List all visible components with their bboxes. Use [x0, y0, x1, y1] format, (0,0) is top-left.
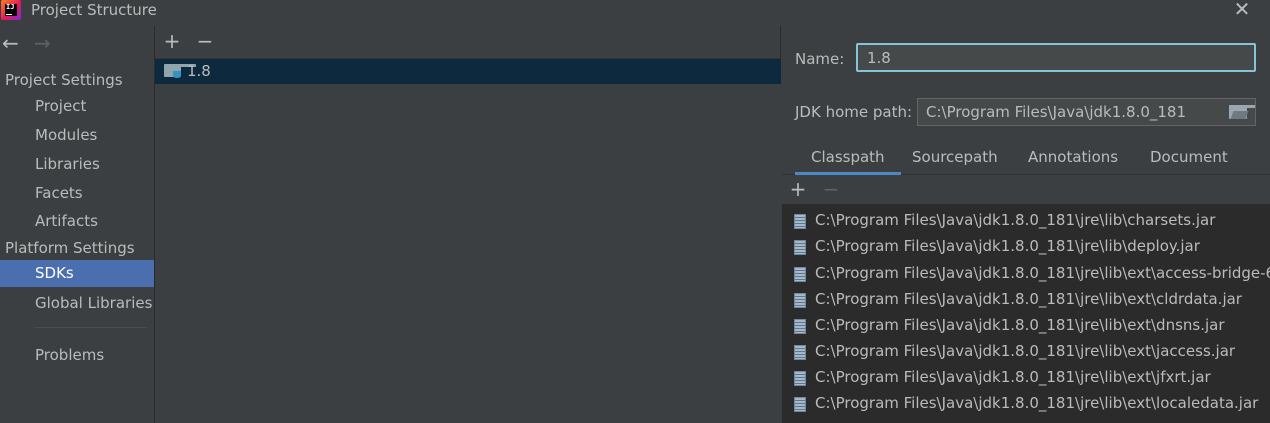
close-icon[interactable]: ✕ — [1232, 0, 1252, 20]
add-sdk-button[interactable]: + — [162, 30, 182, 52]
intellij-app-icon: IJ — [1, 0, 21, 20]
tab-documentation[interactable]: Document — [1134, 142, 1244, 175]
project-settings-header: Project Settings — [5, 71, 123, 89]
classpath-entry: C:\Program Files\Java\jdk1.8.0_181\jre\l… — [815, 264, 1270, 282]
browse-folder-icon[interactable] — [1228, 103, 1255, 121]
sdk-details-panel: Name: JDK home path: C:\Program Files\Ja… — [782, 26, 1270, 423]
classpath-entry: C:\Program Files\Java\jdk1.8.0_181\jre\l… — [815, 342, 1236, 360]
name-field[interactable] — [856, 43, 1256, 72]
classpath-entry: C:\Program Files\Java\jdk1.8.0_181\jre\l… — [815, 211, 1216, 229]
jar-icon — [794, 214, 806, 229]
classpath-row[interactable]: C:\Program Files\Java\jdk1.8.0_181\jre\l… — [782, 287, 1270, 313]
sdk-toolbar: + − — [155, 26, 781, 58]
classpath-row[interactable]: C:\Program Files\Java\jdk1.8.0_181\jre\l… — [782, 339, 1270, 365]
sdk-list: 1.8 — [155, 58, 781, 423]
jar-icon — [794, 319, 806, 334]
sidebar-item-libraries[interactable]: Libraries — [0, 151, 154, 178]
classpath-entry: C:\Program Files\Java\jdk1.8.0_181\jre\l… — [815, 316, 1225, 334]
sidebar-item-project[interactable]: Project — [0, 93, 154, 120]
jdk-home-path-label: JDK home path: — [795, 103, 913, 121]
jar-icon — [794, 293, 806, 308]
sidebar: ← → Project Settings Project Modules Lib… — [0, 26, 155, 423]
platform-settings-header: Platform Settings — [5, 239, 135, 257]
classpath-entry: C:\Program Files\Java\jdk1.8.0_181\jre\l… — [815, 368, 1211, 386]
tab-classpath[interactable]: Classpath — [795, 142, 901, 175]
classpath-row[interactable]: C:\Program Files\Java\jdk1.8.0_181\jre\l… — [782, 365, 1270, 391]
remove-classpath-button[interactable]: − — [821, 178, 841, 200]
classpath-row[interactable]: C:\Program Files\Java\jdk1.8.0_181\jre\l… — [782, 313, 1270, 339]
add-classpath-button[interactable]: + — [788, 178, 808, 200]
tab-annotations[interactable]: Annotations — [1012, 142, 1134, 175]
sidebar-item-sdks[interactable]: SDKs — [0, 260, 154, 287]
jar-icon — [794, 397, 806, 412]
sidebar-divider — [35, 327, 147, 328]
sidebar-item-problems[interactable]: Problems — [0, 342, 154, 369]
classpath-row[interactable]: C:\Program Files\Java\jdk1.8.0_181\jre\l… — [782, 234, 1270, 260]
sidebar-item-modules[interactable]: Modules — [0, 122, 154, 149]
jar-icon — [794, 267, 806, 282]
classpath-row[interactable]: C:\Program Files\Java\jdk1.8.0_181\jre\l… — [782, 208, 1270, 234]
window-title: Project Structure — [31, 1, 157, 19]
back-arrow-icon[interactable]: ← — [2, 32, 19, 54]
sidebar-item-global-libraries[interactable]: Global Libraries — [0, 290, 154, 317]
title-bar: IJ Project Structure ✕ — [0, 0, 1270, 26]
jar-icon — [794, 371, 806, 386]
sdk-item-label: 1.8 — [187, 62, 211, 80]
jdk-folder-icon — [164, 64, 196, 78]
classpath-entry: C:\Program Files\Java\jdk1.8.0_181\jre\l… — [815, 290, 1242, 308]
jar-icon — [794, 345, 806, 360]
forward-arrow-icon[interactable]: → — [34, 32, 51, 54]
sidebar-item-artifacts[interactable]: Artifacts — [0, 208, 154, 235]
jdk-home-path-value: C:\Program Files\Java\jdk1.8.0_181 — [926, 103, 1187, 121]
jar-icon — [794, 240, 806, 255]
classpath-row[interactable]: C:\Program Files\Java\jdk1.8.0_181\jre\l… — [782, 261, 1270, 287]
sdk-tabs: Classpath Sourcepath Annotations Documen… — [782, 142, 1270, 175]
sdk-panel: + − 1.8 — [155, 26, 781, 423]
name-label: Name: — [795, 50, 845, 68]
classpath-row[interactable]: C:\Program Files\Java\jdk1.8.0_181\jre\l… — [782, 391, 1270, 417]
classpath-toolbar: + − — [782, 176, 1270, 204]
sidebar-item-facets[interactable]: Facets — [0, 180, 154, 207]
tab-sourcepath[interactable]: Sourcepath — [896, 142, 1014, 175]
classpath-list: C:\Program Files\Java\jdk1.8.0_181\jre\l… — [782, 204, 1270, 423]
classpath-entry: C:\Program Files\Java\jdk1.8.0_181\jre\l… — [815, 237, 1200, 255]
sdk-list-item[interactable]: 1.8 — [155, 59, 781, 84]
classpath-entry: C:\Program Files\Java\jdk1.8.0_181\jre\l… — [815, 394, 1259, 412]
jdk-home-path-field[interactable]: C:\Program Files\Java\jdk1.8.0_181 — [917, 98, 1256, 126]
remove-sdk-button[interactable]: − — [195, 30, 215, 52]
